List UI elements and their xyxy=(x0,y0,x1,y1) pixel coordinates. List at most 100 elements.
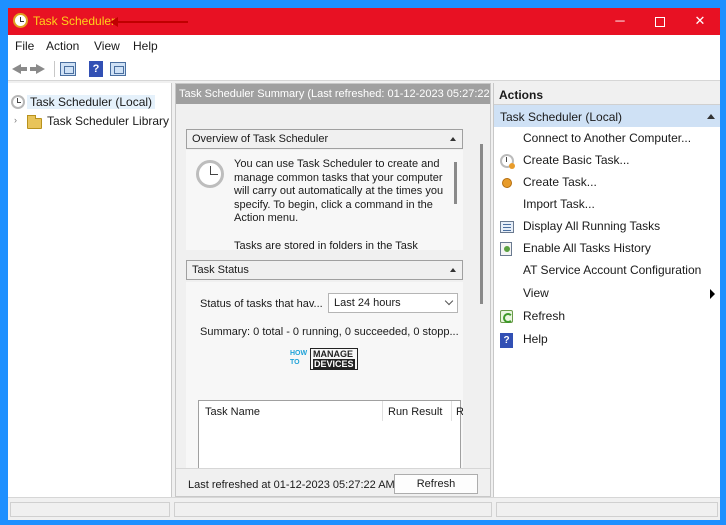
running-tasks-icon xyxy=(500,221,514,233)
summary-footer: Last refreshed at 01-12-2023 05:27:22 AM… xyxy=(176,468,490,496)
action-create-task[interactable]: Create Task... xyxy=(494,172,720,193)
status-period-value: Last 24 hours xyxy=(334,297,401,309)
back-arrow-icon xyxy=(12,64,27,74)
summary-scrollbar[interactable] xyxy=(480,144,483,304)
column-divider[interactable] xyxy=(451,401,452,421)
action-create-basic-task[interactable]: Create Basic Task... xyxy=(494,150,720,171)
logo-how-to: HOW TO xyxy=(290,350,308,366)
action-at-service-account-configuration[interactable]: AT Service Account Configuration xyxy=(494,260,720,281)
menu-view[interactable]: View xyxy=(94,39,120,53)
overview-title: Overview of Task Scheduler xyxy=(192,133,329,145)
show-hide-action-pane-button[interactable] xyxy=(109,60,127,78)
help-icon: ? xyxy=(500,333,513,348)
actions-section-label: Task Scheduler (Local) xyxy=(500,110,623,124)
task-status-body: Status of tasks that hav... Last 24 hour… xyxy=(186,282,463,468)
status-bar-segment xyxy=(10,502,170,517)
help-toolbar-button[interactable]: ? xyxy=(87,60,105,78)
actions-header: Actions xyxy=(494,83,720,105)
action-label: Display All Running Tasks xyxy=(523,219,661,233)
action-label: Create Basic Task... xyxy=(523,153,630,167)
task-status-section-header[interactable]: Task Status xyxy=(186,260,463,280)
column-divider[interactable] xyxy=(382,401,383,421)
last-refreshed-label: Last refreshed at 01-12-2023 05:27:22 AM xyxy=(188,479,395,491)
action-label: Import Task... xyxy=(523,197,595,211)
collapse-up-icon[interactable] xyxy=(450,137,456,141)
summary-pane: Task Scheduler Summary (Last refreshed: … xyxy=(175,83,491,497)
chevron-down-icon xyxy=(444,296,454,306)
status-bar-segment xyxy=(496,502,718,517)
task-scheduler-window: Task Scheduler ─ ✕ File Action View Help… xyxy=(8,8,720,520)
clock-icon xyxy=(11,95,25,109)
action-help[interactable]: ? Help xyxy=(494,329,720,350)
action-label: AT Service Account Configuration xyxy=(523,263,702,277)
create-basic-task-icon xyxy=(500,154,515,169)
action-label: Enable All Tasks History xyxy=(523,241,651,255)
tree-item-label: Task Scheduler (Local) xyxy=(27,95,156,109)
action-import-task[interactable]: Import Task... xyxy=(494,194,720,215)
logo-manage-devices: MANAGE DEVICES xyxy=(310,348,358,370)
task-status-table: Task Name Run Result R xyxy=(198,400,463,468)
action-label: Connect to Another Computer... xyxy=(523,131,692,145)
toolbar: ? xyxy=(8,57,720,81)
title-bar: Task Scheduler ─ ✕ xyxy=(8,8,720,35)
submenu-arrow-icon xyxy=(710,289,715,299)
menu-file[interactable]: File xyxy=(15,39,34,53)
refresh-icon xyxy=(500,310,513,323)
tree-item-task-scheduler-library[interactable]: › Task Scheduler Library xyxy=(8,113,172,131)
action-label: Refresh xyxy=(523,309,566,323)
status-bar-segment xyxy=(174,502,492,517)
menu-bar: File Action View Help xyxy=(8,35,720,57)
overview-section-header[interactable]: Overview of Task Scheduler xyxy=(186,129,463,149)
create-task-icon xyxy=(502,178,512,188)
action-refresh[interactable]: Refresh xyxy=(494,306,720,327)
action-connect-to-another-computer[interactable]: Connect to Another Computer... xyxy=(494,128,720,149)
action-label: Help xyxy=(523,332,548,346)
action-view[interactable]: View xyxy=(494,283,720,304)
status-bar xyxy=(8,497,720,520)
action-label: View xyxy=(523,286,549,300)
tree-item-label: Task Scheduler Library xyxy=(47,114,170,128)
collapse-up-icon[interactable] xyxy=(450,268,456,272)
window-title: Task Scheduler xyxy=(33,14,116,28)
tree-item-task-scheduler-local[interactable]: Task Scheduler (Local) xyxy=(8,94,156,112)
forward-button[interactable] xyxy=(30,60,48,78)
overview-text-continued: Tasks are stored in folders in the Task xyxy=(234,240,418,250)
menu-action[interactable]: Action xyxy=(46,39,79,53)
status-period-label: Status of tasks that hav... xyxy=(200,298,323,310)
show-hide-console-tree-button[interactable] xyxy=(59,60,77,78)
collapse-up-icon[interactable] xyxy=(707,114,715,119)
help-icon: ? xyxy=(89,61,103,77)
status-summary: Summary: 0 total - 0 running, 0 succeede… xyxy=(200,326,459,338)
console-tree: Task Scheduler (Local) › Task Scheduler … xyxy=(8,83,172,497)
overview-scrollbar[interactable] xyxy=(454,162,457,204)
column-header-task-name[interactable]: Task Name xyxy=(205,406,260,418)
history-icon xyxy=(500,242,512,256)
summary-header: Task Scheduler Summary (Last refreshed: … xyxy=(176,84,490,104)
actions-pane: Actions Task Scheduler (Local) Connect t… xyxy=(493,83,720,497)
close-button[interactable]: ✕ xyxy=(680,8,720,35)
back-button[interactable] xyxy=(11,60,29,78)
annotation-arrow xyxy=(110,17,188,27)
action-pane-icon xyxy=(110,62,126,76)
overview-text: You can use Task Scheduler to create and… xyxy=(234,158,444,225)
overview-body: You can use Task Scheduler to create and… xyxy=(186,150,463,250)
forward-arrow-icon xyxy=(30,64,45,74)
column-header-truncated[interactable]: R xyxy=(456,406,463,418)
expand-chevron-icon[interactable]: › xyxy=(14,115,17,125)
column-header-run-result[interactable]: Run Result xyxy=(388,406,442,418)
minimize-button[interactable]: ─ xyxy=(600,8,640,35)
actions-section-task-scheduler-local[interactable]: Task Scheduler (Local) xyxy=(494,105,720,127)
menu-help[interactable]: Help xyxy=(133,39,158,53)
maximize-button[interactable] xyxy=(640,8,680,35)
task-status-title: Task Status xyxy=(192,264,249,276)
howtomanagedevices-logo: HOW TO MANAGE DEVICES xyxy=(290,348,360,370)
maximize-icon xyxy=(655,16,665,27)
action-label: Create Task... xyxy=(523,175,597,189)
action-enable-all-tasks-history[interactable]: Enable All Tasks History xyxy=(494,238,720,259)
status-period-select[interactable]: Last 24 hours xyxy=(328,293,458,313)
task-scheduler-app-icon xyxy=(13,13,28,28)
task-scheduler-clock-icon xyxy=(196,160,224,188)
toolbar-separator xyxy=(54,61,55,77)
action-display-all-running-tasks[interactable]: Display All Running Tasks xyxy=(494,216,720,237)
refresh-button[interactable]: Refresh xyxy=(394,474,478,494)
